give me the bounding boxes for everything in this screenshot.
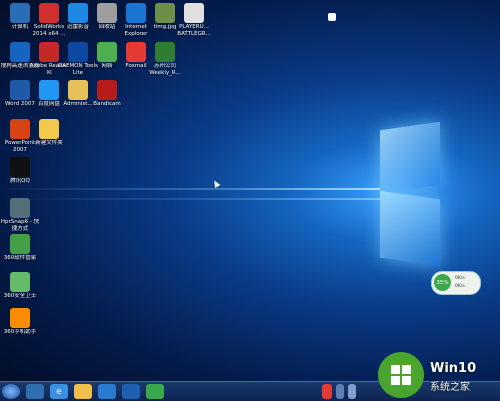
powerpoint-icon: [10, 119, 30, 139]
windows-logo-pane-tl: [380, 121, 440, 194]
meter-upload: 0K/s: [455, 276, 465, 281]
qq-icon: [10, 157, 30, 177]
360-safe-icon: [10, 272, 30, 292]
daemon-tools-icon: [68, 42, 88, 62]
desktop-icon-label: 新建文件夹: [35, 140, 63, 146]
baidu-netdisk-icon: [39, 80, 59, 100]
desktop-icon-label: 360手机助手: [3, 329, 37, 335]
user-folder-icon: [68, 80, 88, 100]
desktop-icon-label: HprSnap6 - 快捷方式: [0, 219, 40, 232]
360-software-manager-icon: [10, 234, 30, 254]
foxmail-icon: [126, 42, 146, 62]
desktop-icon[interactable]: 苏州公司 Weekly_R...: [147, 42, 183, 76]
360-phone-assistant-icon: [10, 308, 30, 328]
desktop-icon[interactable]: 腾讯QQ: [2, 157, 38, 185]
desktop-icon[interactable]: 新建文件夹: [31, 119, 67, 147]
meter-download: 0K/s: [455, 284, 465, 289]
desktop-icon-label: 苏州公司 Weekly_R...: [149, 63, 181, 76]
sogou-browser-icon[interactable]: [98, 384, 116, 399]
win10-watermark: Win10 系统之家: [372, 350, 500, 400]
chinese-ime-icon[interactable]: [336, 384, 344, 399]
sogou-input-icon[interactable]: [322, 384, 332, 399]
recycle-bin-icon: [97, 3, 117, 23]
desktop-icon[interactable]: PLAYERU... BATTLEGR...: [176, 3, 212, 37]
mouse-cursor-icon: [211, 178, 221, 189]
desktop-icon-label: 腾讯QQ: [10, 178, 30, 184]
light-beam: [0, 198, 380, 200]
internet-explorer-icon[interactable]: e: [50, 384, 68, 399]
desktop-icon[interactable]: 360软件管家: [2, 234, 38, 262]
desktop-icon-label: PLAYERU... BATTLEGR...: [177, 24, 211, 37]
start-orb-icon[interactable]: [2, 384, 20, 399]
desktop-icon[interactable]: 360安全卫士: [2, 272, 38, 300]
internet-explorer-icon: [126, 3, 146, 23]
adobe-reader-icon: [39, 42, 59, 62]
desktop-icon-label: 360安全卫士: [3, 293, 37, 299]
watermark-brand: Win10: [430, 361, 477, 376]
win10-logo-icon: [378, 352, 424, 398]
desktop-icon-label: Bandicam: [93, 101, 121, 107]
media-player-icon[interactable]: [122, 384, 140, 399]
meter-percent: 35%: [434, 274, 451, 291]
watermark-subtitle: 系统之家: [430, 382, 470, 393]
tshirt-icon[interactable]: [328, 13, 336, 21]
folder-icon: [39, 119, 59, 139]
solidworks-icon: [39, 3, 59, 23]
xunlei-player-icon: [68, 3, 88, 23]
360-taskbar-icon[interactable]: [26, 384, 44, 399]
network-speed-meter[interactable]: 35% 0K/s 0K/s: [431, 271, 481, 295]
word-icon: [10, 80, 30, 100]
computer-icon: [10, 3, 30, 23]
network-icon: [97, 42, 117, 62]
desktop-icon[interactable]: 360手机助手: [2, 308, 38, 336]
desktop-icon[interactable]: HprSnap6 - 快捷方式: [0, 198, 40, 232]
desktop-icon[interactable]: Bandicam: [89, 80, 125, 108]
file-explorer-icon[interactable]: [74, 384, 92, 399]
light-beam: [0, 188, 380, 190]
desktop-icon-label: 360软件管家: [3, 255, 37, 261]
sogou-browser-icon: [10, 42, 30, 62]
hypersnap-icon: [10, 198, 30, 218]
360-browser-icon[interactable]: [146, 384, 164, 399]
bandicam-icon: [97, 80, 117, 100]
pubg-icon: [184, 3, 204, 23]
volume-icon[interactable]: [348, 384, 356, 399]
windows-logo-pane-bl: [380, 190, 440, 267]
excel-file-icon: [155, 42, 175, 62]
image-file-icon: [155, 3, 175, 23]
